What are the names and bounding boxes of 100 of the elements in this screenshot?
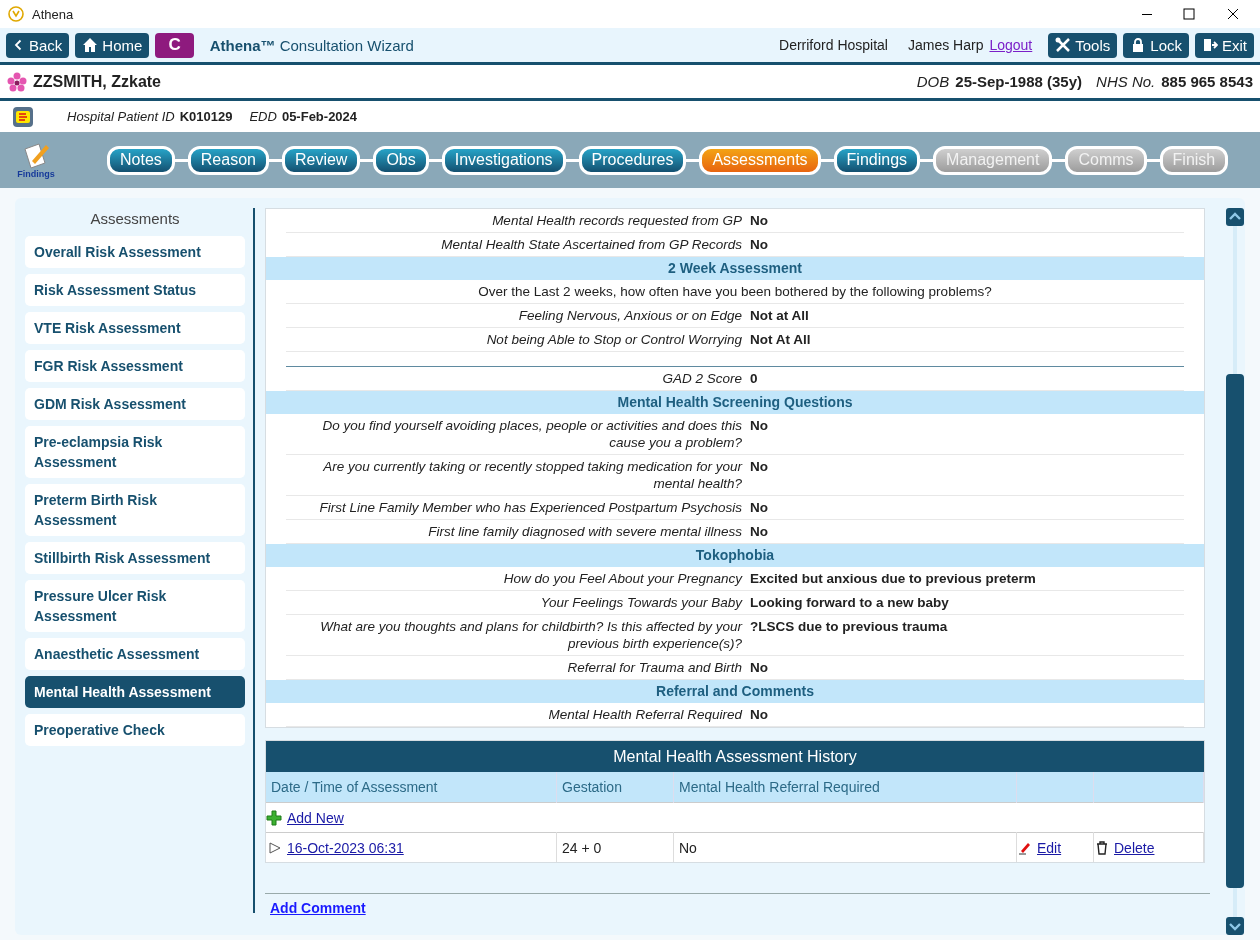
section-header: 2 Week Assessment (266, 257, 1204, 280)
scroll-up-button[interactable] (1226, 208, 1244, 226)
answer-value: No (750, 659, 768, 676)
c-button[interactable]: C (155, 32, 194, 58)
answer-value: Excited but anxious due to previous preterm (750, 570, 1036, 587)
answer-value: ?LSCS due to previous trauma (750, 618, 948, 636)
back-button[interactable]: Back (6, 32, 70, 58)
question-label: Mental Health Referral Required (547, 706, 742, 723)
question-label: First line family diagnosed with severe mental illness (427, 523, 742, 540)
question-label: GAD 2 Score (661, 370, 742, 387)
maximize-icon (1182, 7, 1196, 21)
patient-id-value: K010129 (179, 109, 233, 124)
wizard-step[interactable]: Obs (373, 145, 429, 175)
answer-value: No (750, 212, 768, 229)
exit-button[interactable]: Exit (1195, 32, 1254, 58)
sidebar-item[interactable]: VTE Risk Assessment (25, 312, 245, 344)
question-label: Are you currently taking or recently stopped taking medication for your mental health? (322, 458, 742, 492)
question-label: First Line Family Member who has Experienced Postpartum Psychosis (318, 499, 742, 516)
user-name: James Harp (907, 37, 984, 53)
table-cell: 24 + 0 (556, 832, 674, 862)
edd-label: EDD (249, 109, 277, 124)
sidebar-item[interactable]: Pressure Ulcer Risk Assessment (25, 580, 245, 632)
answer-value: No (750, 523, 768, 540)
wizard-step[interactable]: Investigations (441, 145, 566, 175)
wizard-step[interactable]: Review (281, 145, 361, 175)
logout-link[interactable]: Logout (989, 37, 1033, 53)
sidebar-item[interactable]: Mental Health Assessment (25, 676, 245, 708)
tools-icon (1055, 37, 1072, 53)
icon-caption: Findings (17, 169, 55, 179)
question-label: Feeling Nervous, Anxious or on Edge (517, 307, 742, 324)
home-button[interactable]: Home (75, 32, 150, 58)
edd-value: 05-Feb-2024 (281, 109, 358, 124)
add-new-link[interactable]: Add New (287, 809, 344, 826)
app-title: Athena™ Consultation Wizard (209, 36, 415, 54)
flower-icon (7, 71, 27, 92)
date-link[interactable]: 16-Oct-2023 06:31 (287, 839, 404, 856)
column-header: Mental Health Referral Required (673, 772, 1017, 803)
nhs-label: NHS No. (1096, 73, 1156, 90)
add-comment-link[interactable]: Add Comment (270, 900, 366, 916)
window-title: Athena (32, 6, 75, 22)
table-cell: No (673, 832, 1017, 862)
edit-link[interactable]: Edit (1037, 839, 1062, 856)
sidebar-item[interactable]: Overall Risk Assessment (25, 236, 245, 268)
patient-id-label: Hospital Patient ID (67, 109, 175, 124)
close-icon (1226, 7, 1240, 21)
history-title: Mental Health Assessment History (266, 741, 1204, 772)
section-header: Mental Health Screening Questions (266, 391, 1204, 414)
wizard-step[interactable]: Notes (107, 145, 175, 175)
sidebar-item[interactable]: Anaesthetic Assessment (25, 638, 245, 670)
dob-label: DOB (916, 73, 950, 90)
scroll-down-button[interactable] (1226, 917, 1244, 935)
trash-icon (1095, 840, 1109, 855)
question-label: Mental Health State Ascertained from GP Records (440, 236, 742, 253)
question-label: What are you thoughts and plans for childbirth? Is this affected by your previous birth experience(s)? (319, 618, 742, 652)
answer-value: No (750, 458, 768, 476)
answer-value: No (750, 499, 768, 516)
minimize-icon (1142, 13, 1152, 15)
question-label: Mental Health records requested from GP (491, 212, 742, 229)
sidebar-item[interactable]: Stillbirth Risk Assessment (25, 542, 245, 574)
section-header: Referral and Comments (266, 680, 1204, 703)
tools-button[interactable]: Tools (1048, 32, 1118, 58)
wizard-step[interactable]: Findings (833, 145, 921, 175)
pencil-icon (1018, 840, 1032, 855)
column-header: Gestation (556, 772, 674, 803)
section-header: Tokophobia (266, 544, 1204, 567)
hospital-name: Derriford Hospital (779, 37, 888, 53)
nhs-value: 885 965 8543 (1161, 73, 1253, 90)
dob-value: 25-Sep-1988 (35y) (955, 73, 1083, 90)
question-label: Referral for Trauma and Birth (566, 659, 742, 676)
sidebar-item[interactable]: Risk Assessment Status (25, 274, 245, 306)
wizard-step[interactable]: Reason (187, 145, 269, 175)
sidebar-item[interactable]: Pre-eclampsia Risk Assessment (25, 426, 245, 478)
answer-value: No (750, 417, 768, 435)
expand-triangle-icon (268, 840, 282, 855)
sidebar-item[interactable]: Preoperative Check (25, 714, 245, 746)
question-label: Your Feelings Towards your Baby (539, 594, 742, 611)
delete-link[interactable]: Delete (1114, 839, 1155, 856)
answer-value: Not At All (750, 331, 811, 348)
answer-value: Looking forward to a new baby (750, 594, 949, 611)
answer-value: No (750, 706, 768, 723)
answer-value: Not at All (750, 307, 809, 324)
home-icon (82, 37, 99, 53)
wizard-step[interactable]: Procedures (578, 145, 687, 175)
scrollbar-thumb[interactable] (1226, 374, 1244, 888)
lock-button[interactable]: Lock (1123, 32, 1189, 58)
question-label: Not being Able to Stop or Control Worrying (485, 331, 742, 348)
column-header: Date / Time of Assessment (266, 772, 557, 803)
question-label: How do you Feel About your Pregnancy (502, 570, 742, 587)
answer-value: No (750, 236, 768, 253)
answer-value: 0 (750, 370, 758, 387)
notepad-pencil-icon (22, 141, 50, 169)
sidebar-item[interactable]: GDM Risk Assessment (25, 388, 245, 420)
sidebar-title: Assessments (89, 210, 181, 227)
question-label: Do you find yourself avoiding places, people or activities and does this cause you a problem? (321, 417, 742, 451)
question-text: Over the Last 2 weeks, how often have you been bothered by the following problems? (478, 283, 992, 300)
sidebar-item[interactable]: Preterm Birth Risk Assessment (25, 484, 245, 536)
plus-icon (266, 809, 282, 826)
sidebar-item[interactable]: FGR Risk Assessment (25, 350, 245, 382)
exit-icon (1202, 37, 1218, 53)
patient-name: ZZSMITH, Zzkate (33, 72, 162, 91)
